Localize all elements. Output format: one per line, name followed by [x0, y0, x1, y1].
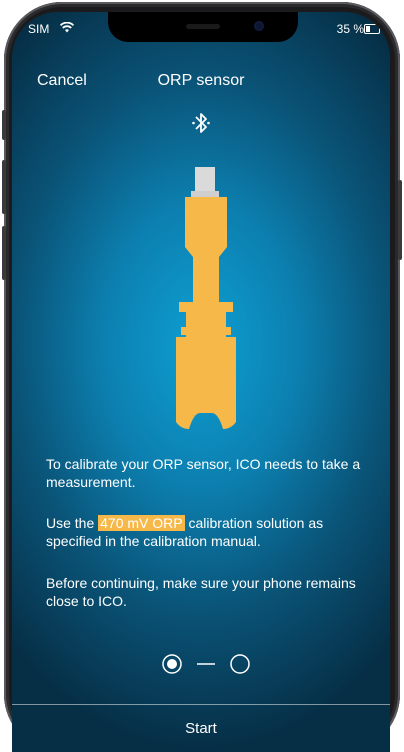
notch [108, 12, 298, 42]
battery-icon [364, 24, 380, 34]
front-camera [254, 21, 264, 31]
footer-divider [12, 704, 390, 705]
step-2-dot [230, 654, 250, 674]
instruction-paragraph-2: Use the 470 mV ORP calibration solution … [46, 514, 366, 550]
step-indicator [162, 654, 250, 674]
bluetooth-icon [192, 113, 210, 133]
speaker-grille [186, 24, 220, 29]
step-1-fill [167, 659, 177, 669]
battery-percent: 35 % [336, 22, 364, 36]
wifi-icon [60, 21, 74, 36]
orp-sensor-illustration [176, 167, 236, 429]
volume-down-button [2, 226, 6, 280]
carrier-label: SIM [28, 22, 50, 36]
app-screen: SIM 35 % Cancel ORP sensor To calibrate … [12, 12, 390, 752]
instruction-paragraph-1: To calibrate your ORP sensor, ICO needs … [46, 456, 361, 490]
instruction-paragraph-3: Before continuing, make sure your phone … [46, 575, 356, 609]
solution-highlight: 470 mV ORP [98, 515, 185, 531]
power-button [398, 180, 402, 260]
start-button[interactable]: Start [12, 720, 390, 737]
instruction-p2-text: Use the [46, 515, 99, 531]
volume-up-button [2, 160, 6, 214]
page-title: ORP sensor [157, 72, 245, 89]
side-button [2, 110, 6, 140]
